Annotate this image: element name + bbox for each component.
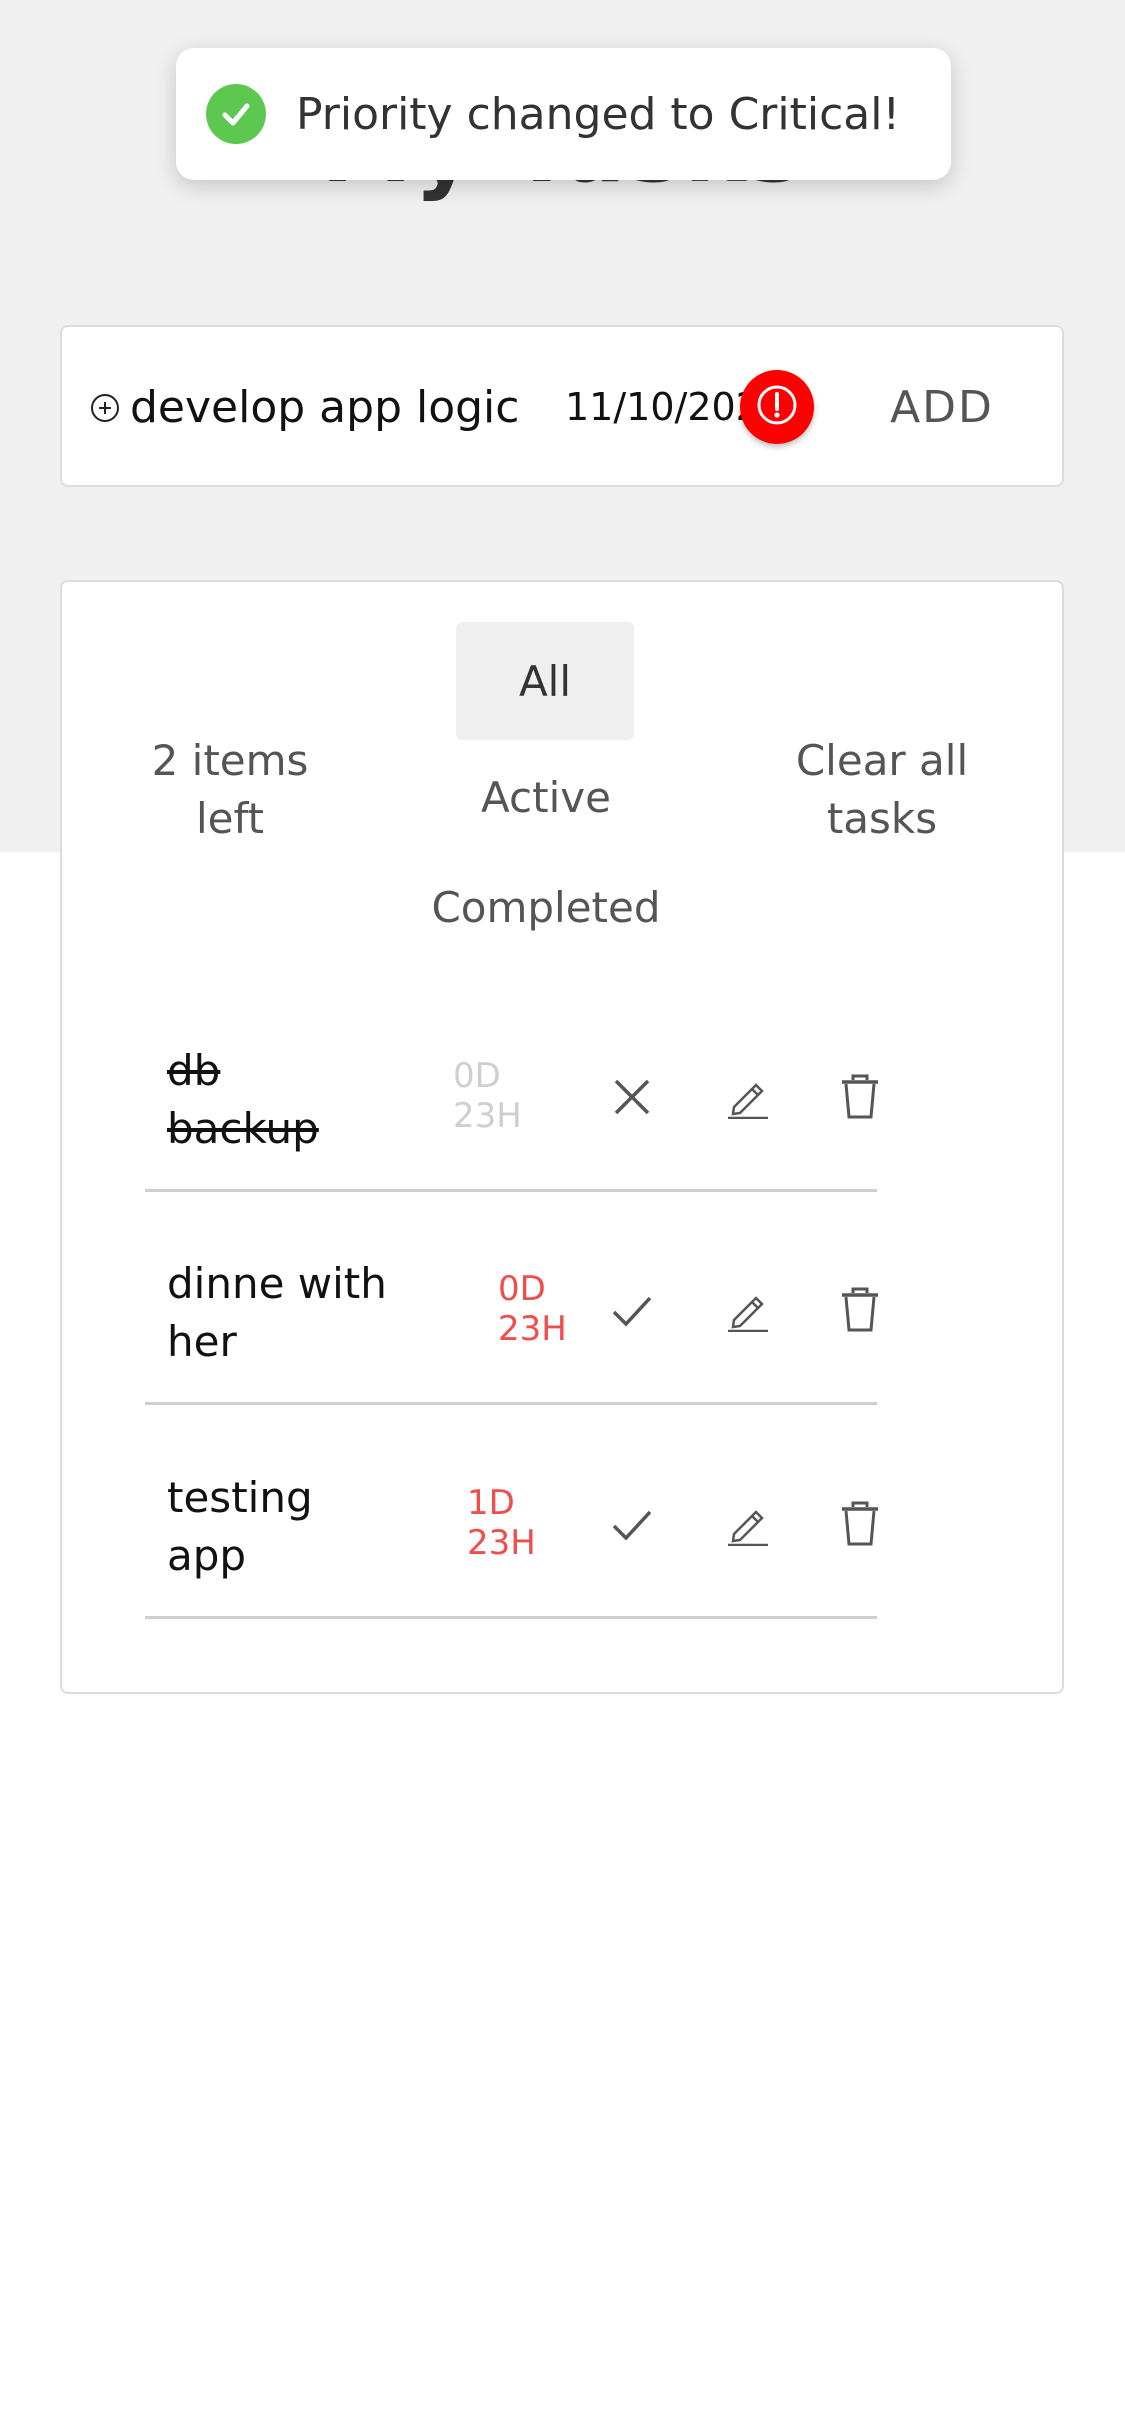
task-name: db backup	[167, 1046, 319, 1153]
items-left-count: 2 items left	[151, 736, 309, 843]
pencil-icon	[726, 1288, 770, 1336]
close-icon	[612, 1077, 652, 1121]
trash-icon	[839, 1287, 881, 1337]
task-input[interactable]	[130, 367, 590, 447]
mark-complete-button[interactable]	[607, 1501, 657, 1551]
clear-all-button[interactable]: Clear all tasks	[767, 732, 997, 848]
task-due-time: 0D 23H	[453, 1056, 522, 1136]
trash-icon	[839, 1501, 881, 1551]
check-icon	[610, 1504, 654, 1548]
exclamation-circle-icon	[755, 383, 799, 431]
filter-all-tab[interactable]: All	[456, 622, 634, 740]
delete-button[interactable]	[835, 1287, 885, 1337]
task-due-time: 1D 23H	[467, 1483, 536, 1563]
add-task-bar: ADD	[60, 325, 1064, 487]
edit-button[interactable]	[723, 1287, 773, 1337]
edit-button[interactable]	[723, 1074, 773, 1124]
mark-incomplete-button[interactable]	[607, 1074, 657, 1124]
task-name: testing app	[167, 1473, 313, 1580]
check-circle-icon	[206, 84, 266, 144]
pencil-icon	[726, 1502, 770, 1550]
due-date-input[interactable]	[565, 367, 757, 447]
edit-button[interactable]	[723, 1501, 773, 1551]
task-due-time: 0D 23H	[498, 1269, 567, 1349]
check-icon	[610, 1290, 654, 1334]
priority-button[interactable]	[740, 370, 814, 444]
filter-active-tab[interactable]: Active	[396, 762, 696, 832]
delete-button[interactable]	[835, 1501, 885, 1551]
task-row: dinne with her 0D 23H	[145, 1217, 878, 1405]
task-row: db backup 0D 23H	[145, 1004, 878, 1192]
filter-completed-tab[interactable]: Completed	[396, 872, 696, 942]
delete-button[interactable]	[835, 1074, 885, 1124]
pencil-icon	[726, 1075, 770, 1123]
add-circle-icon[interactable]	[90, 393, 120, 427]
mark-complete-button[interactable]	[607, 1287, 657, 1337]
task-row: testing app 1D 23H	[145, 1431, 878, 1619]
add-button[interactable]: ADD	[852, 367, 1032, 447]
toast-message: Priority changed to Critical!	[296, 88, 901, 140]
trash-icon	[839, 1074, 881, 1124]
toast-notification: Priority changed to Critical!	[176, 48, 951, 180]
task-name: dinne with her	[167, 1259, 387, 1366]
